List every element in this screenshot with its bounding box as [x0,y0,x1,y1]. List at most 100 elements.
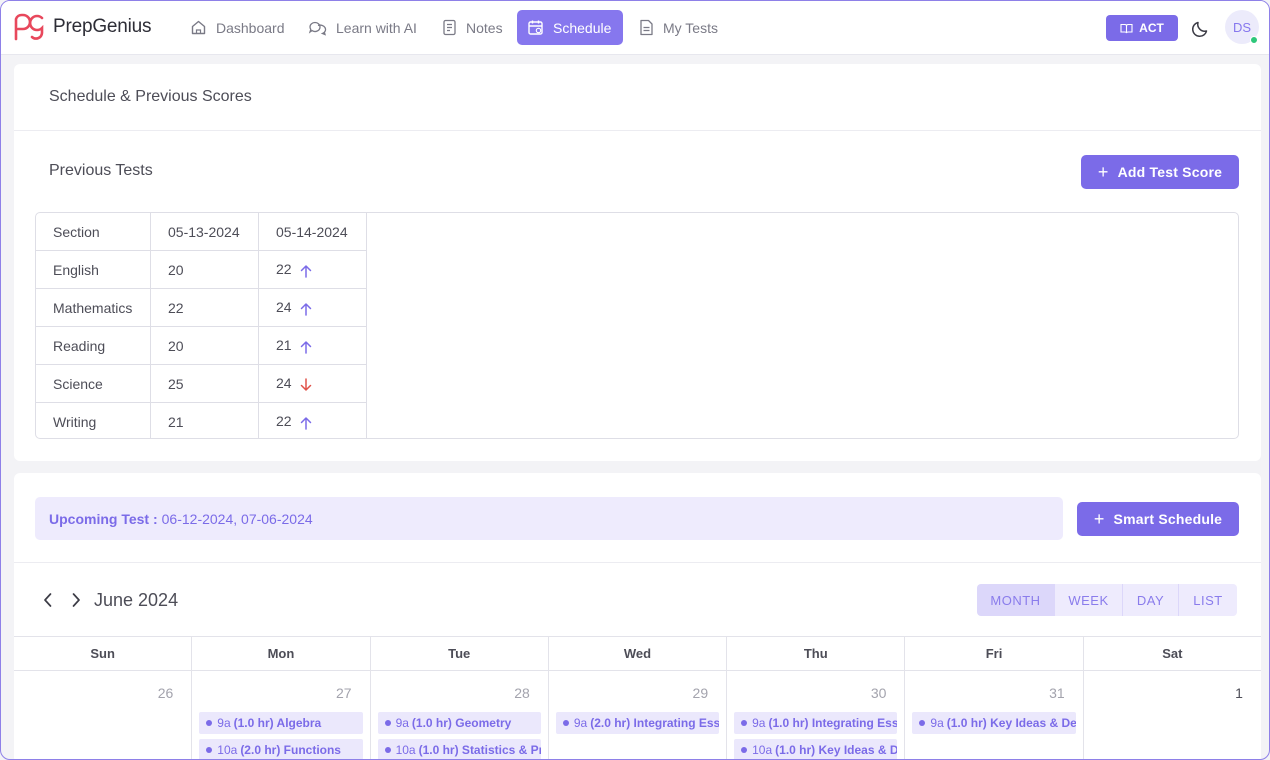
chevron-right-icon[interactable] [70,592,82,608]
logo-icon [14,13,44,41]
table-header-row: Section 05-13-2024 05-14-2024 [36,213,367,251]
score-second: 22 [276,261,292,278]
upcoming-test-dates: 06-12-2024, 07-06-2024 [161,510,313,527]
calendar-event[interactable]: 9a(2.0 hr) Integrating Essential Skills [555,712,720,734]
event-title: (1.0 hr) Statistics & Probability [418,743,541,757]
arrow-up-icon [300,340,311,354]
exam-selector-button[interactable]: ACT [1106,15,1178,41]
table-header-section: Section [36,213,151,251]
calendar-event[interactable]: 10a(1.0 hr) Key Ideas & Details [734,739,898,759]
view-day-button[interactable]: DAY [1123,584,1179,616]
nav-my-tests-label: My Tests [663,19,718,36]
logo[interactable]: PrepGenius [13,13,152,41]
score-second-cell: 24 [258,288,367,327]
calendar-day-cell[interactable]: 29 9a(2.0 hr) Integrating Essential Skil… [549,671,728,759]
calendar-day-cell[interactable]: 27 9a (1.0 hr) Algebra 10a (2.0 hr) Functi… [192,671,371,759]
day-number: 29 [692,685,709,701]
weekday-fri: Fri [905,637,1084,670]
event-time: 10a [752,743,773,757]
exam-label: ACT [1139,21,1164,35]
plus-icon: + [1093,509,1105,529]
weekday-thu: Thu [727,637,906,670]
event-title: (1.0 hr) Key Ideas & Details [946,716,1076,730]
chevron-left-icon[interactable] [42,592,54,608]
calendar-event[interactable]: 9a(1.0 hr) Key Ideas & Details [912,712,1076,734]
divider [14,130,1261,131]
calendar-event[interactable]: 9a (1.0 hr) Geometry [377,712,541,734]
smart-schedule-button[interactable]: + Smart Schedule [1077,502,1239,536]
score-first: 21 [150,402,259,438]
event-dot-icon [919,720,926,726]
nav-my-tests[interactable]: My Tests [629,10,728,45]
view-month-button[interactable]: MONTH [977,584,1055,616]
event-dot-icon [384,720,391,726]
event-dot-icon [384,747,391,753]
add-test-score-button[interactable]: + Add Test Score [1081,155,1239,189]
section-name: Mathematics [36,288,151,327]
score-second: 22 [276,413,292,430]
smart-schedule-label: Smart Schedule [1113,511,1223,527]
event-title: (2.0 hr) Functions [240,743,341,757]
event-time: 9a [395,716,409,730]
dark-mode-moon-icon[interactable] [1191,18,1211,38]
event-time: 9a [930,716,944,730]
calendar-view-switcher: MONTH WEEK DAY LIST [977,584,1237,616]
nav-schedule[interactable]: Schedule [517,10,623,45]
event-title: (1.0 hr) Key Ideas & Details [775,743,897,757]
document-icon [640,19,653,36]
calendar-day-cell[interactable]: 30 9a(1.0 hr) Integrating Essential Skil… [727,671,906,759]
notes-icon [443,19,456,36]
top-navbar: PrepGenius Dashboard Learn with AI Notes… [1,1,1269,55]
calendar-event[interactable]: 9a(1.0 hr) Integrating Essential Skills [734,712,898,734]
event-time: 9a [217,716,231,730]
event-dot-icon [206,747,213,753]
app-name: PrepGenius [53,16,152,37]
calendar-day-cell[interactable]: 31 9a(1.0 hr) Key Ideas & Details [905,671,1084,759]
arrow-up-icon [300,416,311,430]
nav-notes[interactable]: Notes [432,10,513,45]
score-first: 22 [150,288,259,327]
calendar-day-cell[interactable]: 1 [1084,671,1261,759]
score-second: 21 [276,337,292,354]
app-window: PrepGenius Dashboard Learn with AI Notes… [0,0,1270,760]
calendar-week-row: 26 27 9a (1.0 hr) Algebra 10a (2.0 hr) Fun… [14,671,1261,759]
event-dot-icon [206,720,213,726]
section-name: Reading [36,326,151,365]
day-number: 28 [514,685,530,701]
table-header-date-1: 05-13-2024 [150,213,259,251]
nav-dashboard-label: Dashboard [216,19,285,36]
section-name: English [36,250,151,289]
score-first: 20 [150,250,259,289]
schedule-card: Upcoming Test : 06-12-2024, 07-06-2024 +… [14,473,1261,759]
upcoming-test-banner: Upcoming Test : 06-12-2024, 07-06-2024 [35,497,1063,540]
arrow-down-icon [300,377,311,391]
calendar-event[interactable]: 10a (2.0 hr) Functions [199,739,363,759]
calendar-event[interactable]: 10a(1.0 hr) Statistics & Probability [377,739,541,759]
scores-card: Schedule & Previous Scores Previous Test… [14,64,1261,461]
event-time: 9a [573,716,588,730]
score-second-cell: 21 [258,326,367,365]
table-row: Reading 20 21 [36,326,367,365]
calendar-day-cell[interactable]: 26 [14,671,193,759]
view-week-button[interactable]: WEEK [1055,584,1123,616]
calendar-event[interactable]: 9a (1.0 hr) Algebra [199,712,363,734]
score-second-cell: 24 [258,364,367,403]
calendar-day-cell[interactable]: 28 9a (1.0 hr) Geometry 10a (1.0 hr) Stati… [371,671,549,759]
arrow-up-icon [300,264,311,278]
table-row: Science 25 24 [36,364,367,403]
calendar-icon [528,20,543,35]
event-title: (1.0 hr) Geometry [411,716,512,730]
view-list-button[interactable]: LIST [1179,584,1237,616]
scores-table: Section 05-13-2024 05-14-2024 English 20… [35,212,1239,439]
section-name: Writing [36,402,151,438]
weekday-sun: Sun [14,637,193,670]
table-row: Writing 21 22 [36,402,367,438]
table-row: Mathematics 22 24 [36,288,367,327]
nav-dashboard[interactable]: Dashboard [180,10,295,45]
nav-learn-with-ai[interactable]: Learn with AI [298,10,427,45]
event-title: (1.0 hr) Algebra [233,716,322,730]
day-number: 1 [1235,685,1243,701]
score-second-cell: 22 [258,250,367,289]
nav-learn-label: Learn with AI [336,19,417,36]
chat-icon [308,21,327,36]
